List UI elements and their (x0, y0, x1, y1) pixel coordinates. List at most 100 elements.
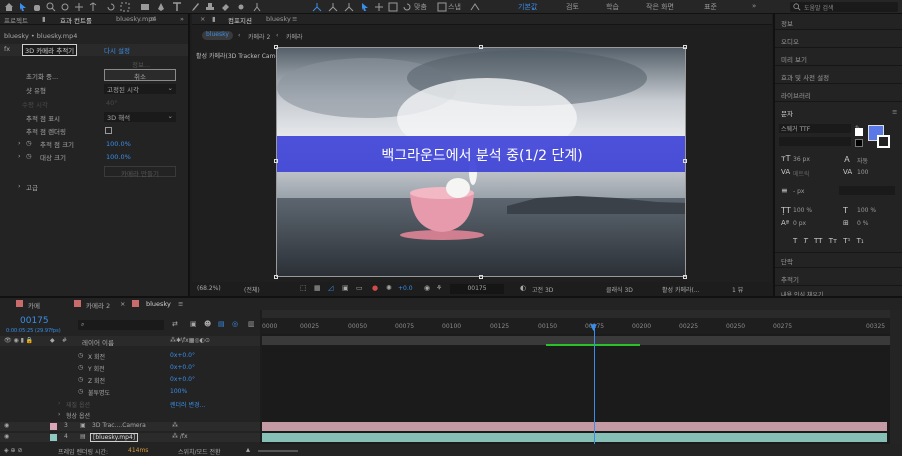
expand-arrow-icon[interactable]: › (58, 400, 60, 407)
zoom-out-icon[interactable]: ▴ (246, 445, 250, 454)
resolution-select[interactable]: (전체) (244, 285, 260, 294)
motion-blur-icon[interactable]: ◎ (232, 320, 238, 328)
expand-arrow-icon[interactable]: › (18, 182, 21, 192)
camera-layer-bar[interactable] (262, 422, 887, 431)
target-size-value[interactable]: 100.0% (106, 153, 131, 163)
panel-audio[interactable]: 오디오 (781, 36, 799, 46)
workspace-standard[interactable]: 표준 (704, 2, 717, 12)
handle-mid-right[interactable] (683, 159, 687, 163)
stroke-color-swatch[interactable] (877, 135, 890, 148)
panel-tracker[interactable]: 추적기 (781, 274, 799, 284)
playhead-handle[interactable]: ▼ (590, 324, 599, 333)
cancel-button[interactable]: 취소 (104, 69, 176, 81)
active-camera-select[interactable]: 활성 카메라(... (662, 285, 700, 294)
view-layout-select[interactable]: 1 뷰 (732, 285, 743, 294)
comp-navigator-camera2[interactable]: 카메라 2 (248, 32, 270, 41)
panel-libraries[interactable]: 라이브러리 (781, 90, 811, 100)
exposure-reset-icon[interactable]: ✺ (386, 284, 392, 292)
stopwatch-icon[interactable]: ◷ (78, 352, 83, 359)
panel-menu-icon[interactable]: ≡ (292, 15, 297, 23)
track-point-size-value[interactable]: 100.0% (106, 140, 131, 150)
timeline-tab-camera[interactable]: 카메 (28, 300, 40, 310)
faux-italic-button[interactable]: T (804, 237, 808, 245)
close-icon[interactable]: × (120, 300, 125, 308)
advanced-label[interactable]: 고급 (26, 182, 38, 192)
roto-brush-icon[interactable] (236, 2, 246, 12)
handle-bottom-right[interactable] (683, 275, 687, 279)
workspace-small-screen[interactable]: 작은 화면 (646, 2, 674, 12)
layer-name[interactable]: [bluesky.mp4] (90, 433, 139, 442)
camera-rect-icon[interactable] (388, 2, 398, 12)
layer-name[interactable]: 3D Trac....Camera (92, 422, 146, 429)
tab-composition[interactable]: 컴포지션 (228, 15, 252, 25)
orbit-tool-icon[interactable] (60, 2, 70, 12)
stroke-style-select[interactable] (839, 186, 895, 195)
font-family-select[interactable]: 스웨거 TTF (779, 124, 851, 133)
layer-name-header[interactable]: 레이어 이름 (82, 337, 114, 347)
eye-icon[interactable]: ◉ (4, 422, 9, 429)
toggle-switches-modes[interactable]: 스위치/모드 전환 (178, 447, 221, 456)
black-swatch[interactable] (855, 139, 863, 147)
expand-arrow-icon[interactable]: › (58, 411, 60, 418)
camera-orbit-icon[interactable] (402, 2, 412, 12)
workspace-more-icon[interactable]: » (752, 2, 756, 10)
graph-editor-icon[interactable]: ▥ (248, 320, 255, 328)
tsume-value[interactable]: 0 % (857, 220, 868, 227)
render-track-points-checkbox[interactable] (105, 127, 112, 134)
frame-blending-icon[interactable]: ▤ (218, 320, 225, 328)
font-style-select[interactable] (779, 137, 851, 146)
panel-menu-icon[interactable]: ≡ (150, 15, 155, 23)
camera-snapshot-icon[interactable]: ◉ (424, 284, 430, 292)
panel-menu-icon[interactable]: ≡ (892, 108, 897, 116)
renderer-change-link[interactable]: 렌더러 변경... (170, 400, 205, 409)
handle-top-left[interactable] (274, 45, 278, 49)
magnification-select[interactable]: (68.2%) (197, 285, 221, 292)
timeline-scrollbar[interactable] (890, 310, 902, 444)
leading-value[interactable]: 자동 (857, 156, 868, 165)
tab-composition-name[interactable]: bluesky (266, 15, 291, 23)
clone-stamp-icon[interactable] (205, 2, 215, 12)
panel-paragraph[interactable]: 단락 (781, 256, 793, 266)
current-timecode[interactable]: 00175 (20, 316, 49, 326)
pan-behind-icon[interactable] (120, 2, 130, 12)
eraser-tool-icon[interactable] (220, 2, 230, 12)
comp-navigator-current[interactable]: bluesky (202, 31, 233, 40)
pan-tool-icon[interactable] (74, 2, 84, 12)
mask-visibility-icon[interactable]: ◿ (328, 284, 333, 292)
switch-icon[interactable]: ⁂ /fx (172, 433, 188, 440)
anchor-point-icon[interactable]: ⌖ (477, 156, 485, 165)
axis-local-icon[interactable] (312, 2, 322, 12)
work-area-bar[interactable] (262, 310, 890, 318)
expand-panels-icon[interactable]: » (180, 15, 184, 23)
panel-info[interactable]: 정보 (781, 18, 793, 28)
prop-value[interactable]: 0x+0.0° (170, 376, 195, 383)
tracking-value[interactable]: 100 (857, 169, 868, 176)
shot-type-select[interactable]: 고정된 시각 ⌄ (104, 84, 176, 94)
workspace-default[interactable]: 기본값 (518, 2, 537, 12)
close-icon[interactable]: × (200, 15, 205, 23)
camera-pan-icon[interactable] (374, 2, 384, 12)
small-caps-button[interactable]: Tт (829, 237, 837, 245)
text-tool-icon[interactable] (172, 2, 182, 12)
transparency-grid-icon[interactable]: ▦ (314, 284, 321, 292)
prop-value[interactable]: 0x+0.0° (170, 352, 195, 359)
lock-icon[interactable]: ▮ (212, 15, 216, 23)
axis-view-icon[interactable] (344, 2, 354, 12)
zoom-slider[interactable] (258, 450, 298, 452)
renderer-label[interactable]: 고전 3D (532, 285, 553, 294)
show-track-points-select[interactable]: 3D 해석 ⌄ (104, 112, 176, 122)
all-caps-button[interactable]: TT (814, 237, 822, 245)
layer-search-input[interactable]: ⌕ (78, 320, 164, 330)
stopwatch-icon[interactable]: ◷ (26, 139, 32, 149)
hand-tool-icon[interactable] (32, 2, 42, 12)
switch-icon[interactable]: ⁂ (172, 422, 178, 429)
faux-bold-button[interactable]: T (793, 237, 797, 245)
lock-icon[interactable]: ▮ (42, 15, 46, 23)
reset-link[interactable]: 다시 설정 (104, 45, 130, 55)
comp-mini-flowchart-icon[interactable]: ⇄ (172, 320, 178, 328)
current-time-field[interactable]: 00175 (450, 284, 504, 294)
help-search-input[interactable]: 도움말 검색 (790, 2, 898, 12)
stopwatch-icon[interactable]: ◷ (78, 388, 83, 395)
subscript-button[interactable]: T₁ (857, 237, 864, 245)
region-of-interest-icon[interactable]: ⬚ (300, 284, 307, 292)
